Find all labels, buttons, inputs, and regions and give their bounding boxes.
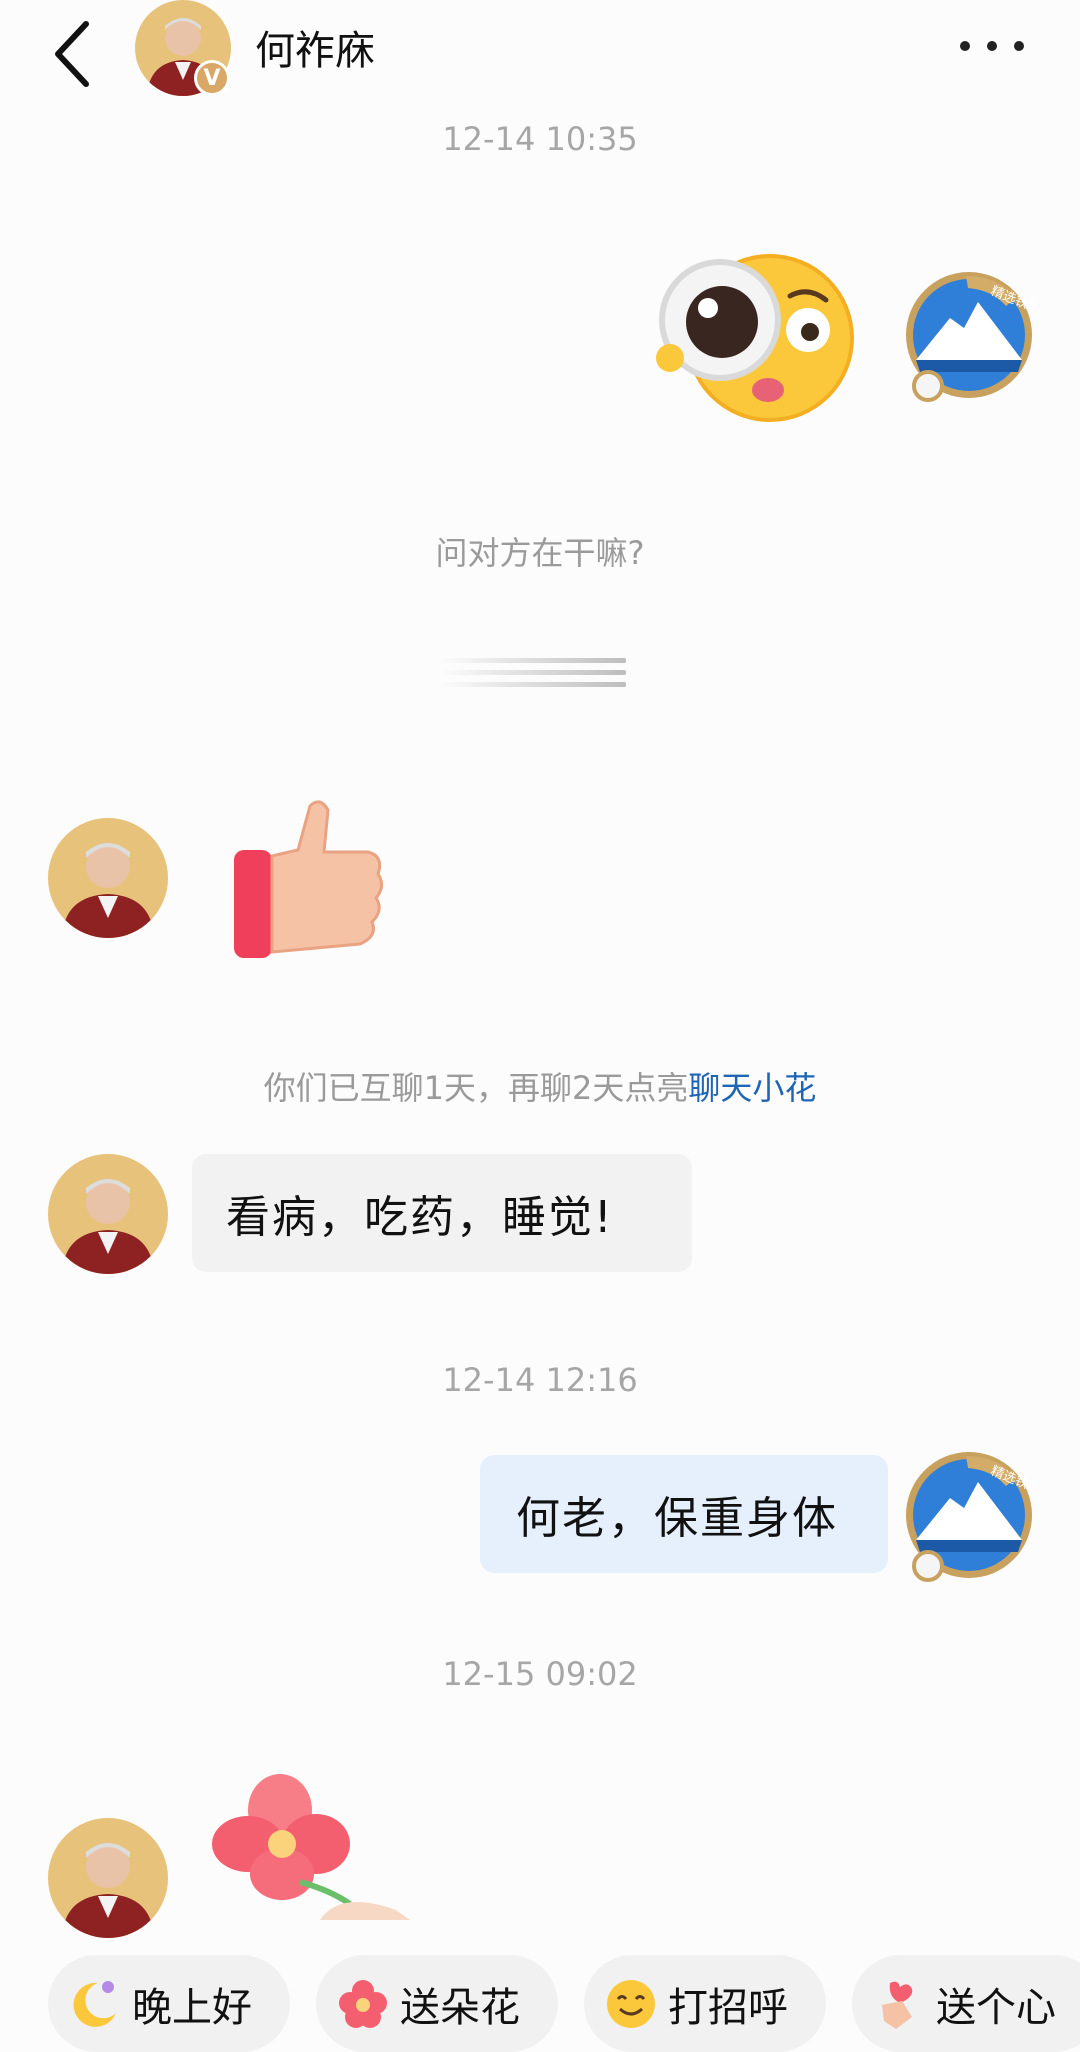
more-dots-icon [960,41,970,51]
back-button[interactable] [42,10,102,90]
contact-avatar-message[interactable] [48,1154,168,1274]
chat-header: V 何祚庥 [0,0,1080,98]
self-avatar[interactable]: 精选铁粉 [902,1448,1036,1582]
finger-heart-emoji-icon [872,1977,926,2031]
flower-gift-sticker[interactable] [200,1770,420,1920]
contact-avatar-message[interactable] [48,1818,168,1938]
message-bubble-received[interactable]: 看病，吃药，睡觉! [192,1154,692,1272]
self-avatar[interactable]: 精选铁粉 [902,268,1036,402]
quick-reply-send-heart[interactable]: 送个心 [852,1955,1080,2052]
quick-reply-send-flower[interactable]: 送朵花 [316,1955,558,2052]
thumbs-up-sticker[interactable] [228,796,398,966]
chat-screen: V 何祚庥 12-14 10:35 精选铁粉 问对方在干嘛? 你们已互聊1天，再… [0,0,1080,2052]
timestamp: 12-14 10:35 [442,120,638,158]
contact-avatar-message[interactable] [48,818,168,938]
quick-reply-bar: 晚上好 送朵花 打招呼 送个心 [48,1955,1080,2052]
quick-reply-say-hello[interactable]: 打招呼 [584,1955,826,2052]
message-bubble-sent[interactable]: 何老，保重身体 [480,1455,888,1573]
more-options-button[interactable] [960,28,1024,64]
back-arrow-icon [55,21,89,87]
curious-emoji-sticker[interactable] [650,250,860,430]
chat-flower-link[interactable]: 聊天小花 [688,1069,816,1107]
verified-badge: V [194,60,230,96]
quick-reply-good-evening[interactable]: 晚上好 [48,1955,290,2052]
timestamp: 12-14 12:16 [442,1361,638,1399]
typing-indicator [440,656,640,688]
timestamp: 12-15 09:02 [442,1655,638,1693]
chat-streak-text: 你们已互聊1天，再聊2天点亮聊天小花 [263,1069,817,1107]
moon-emoji-icon [68,1977,122,2031]
smile-emoji-icon [604,1977,658,2031]
contact-name[interactable]: 何祚庥 [255,18,375,76]
conversation-prompt[interactable]: 问对方在干嘛? [0,528,1080,574]
flower-emoji-icon [336,1977,390,2031]
